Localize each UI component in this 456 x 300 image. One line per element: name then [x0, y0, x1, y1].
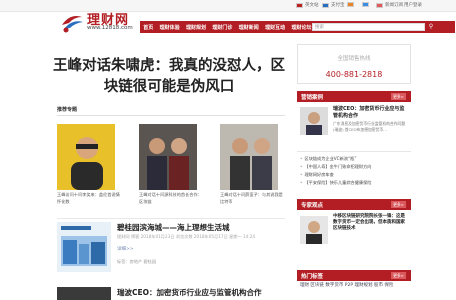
expert-item[interactable]: 中移区块链研究院院长张一锋：这是数字货币一定会出现，但本质和国家区块链技术 [297, 212, 411, 262]
article-more-link[interactable]: 详细>> [117, 246, 134, 252]
case-item[interactable]: 瑞波CEO：加密货币行业应与监管机构合作 广东消息及加密货币行业监管机构合作问题… [297, 104, 411, 149]
expert-section-header: 专家观点 更多> [297, 199, 411, 210]
search-icon[interactable]: ⚲ [426, 23, 436, 31]
main-nav: 首页 理财体验 理财规划 理财门诊 理财新闻 理财互动 理财论坛 搜索 ⚲ [140, 21, 455, 33]
page-title[interactable]: 王峰对话朱啸虎：我真的没怼人，区块链很可能是伪风口 [50, 56, 288, 98]
hotline-label: 全国销售热线 [337, 56, 371, 62]
list-item[interactable]: 碧桂园滨海城——海上理想生活城 理财网 博客 2018年01月23日 浏览次数 … [57, 222, 287, 277]
nav-home[interactable]: 首页 [140, 24, 156, 31]
featured-caption: 王峰对话十问源科技的首长合作：区块链 [139, 192, 202, 204]
rss-icon [376, 2, 383, 8]
case-section-title: 营销案例 [301, 95, 324, 101]
page: 英文站 支付宝 新闻订阅 用户登录 理财网 www.12818.com 首页 理… [0, 0, 456, 300]
pay-link[interactable]: 支付宝 [322, 2, 345, 8]
list-item[interactable]: 瑞波CEO：加密货币行业应与监管机构合作 [57, 287, 287, 300]
lang-link[interactable]: 英文站 [296, 2, 319, 8]
nav-experience[interactable]: 理财体验 [156, 24, 182, 31]
featured-card[interactable]: 王峰对话十问源科技的首长合作：区块链 [139, 124, 204, 205]
case-section-header: 营销案例 更多> [297, 91, 411, 102]
article-meta: 理财网 博客 2018年01月23日 浏览次数 2018年05月17日 星期一 … [117, 234, 256, 239]
list-item[interactable]: 【平安保险】快乐儿童综合健康保险 [300, 179, 410, 187]
search-input[interactable]: 搜索 [312, 23, 425, 31]
case-list: 区块链成为企业VC新流“瓶” 【中国人寿】金牛门致命招理财方向 理财网好房车查 … [300, 155, 410, 187]
list-item[interactable]: 理财网好房车查 [300, 171, 410, 179]
featured-caption: 王峰访问十问李笑来：盖伦首说情怀化数 [57, 192, 120, 204]
nav-forum[interactable]: 理财论坛 [288, 24, 314, 31]
more-button[interactable]: 更多> [391, 93, 406, 100]
nav-news[interactable]: 理财新闻 [236, 24, 262, 31]
section-divider [57, 218, 285, 219]
login-link[interactable]: 用户登录 [404, 2, 422, 8]
tags-section-title: 热门标签 [301, 274, 324, 280]
article-thumbnail [57, 287, 111, 300]
section-divider [57, 115, 285, 116]
article-title[interactable]: 碧桂园滨海城——海上理想生活城 [117, 222, 230, 233]
site-logo[interactable]: 理财网 www.12818.com [60, 9, 140, 35]
hot-tags[interactable]: 理财 区块链 数字货币 P2P 理财规划 股市 保险 [300, 282, 412, 289]
featured-photo [220, 124, 278, 190]
list-item[interactable]: 区块链成为企业VC新流“瓶” [300, 155, 410, 163]
expert-title[interactable]: 中移区块链研究院院长张一锋：这是数字货币一定会出现，但本质和国家区块链技术 [333, 214, 409, 232]
article-title[interactable]: 瑞波CEO：加密货币行业应与监管机构合作 [117, 287, 262, 298]
featured-section-title: 推荐专题 [57, 107, 78, 113]
featured-card[interactable]: 王峰访问十问李笑来：盖伦首说情怀化数 [57, 124, 122, 205]
hotline-number[interactable]: 400-881-2818 [298, 70, 410, 79]
qq-icon[interactable] [362, 2, 371, 7]
list-item[interactable]: 【中国人寿】金牛门致命招理财方向 [300, 163, 410, 171]
featured-card[interactable]: 王峰对话十问薛蛮子：与其说我是比特币 [220, 124, 285, 205]
nav-planning[interactable]: 理财规划 [183, 24, 209, 31]
expert-thumbnail [300, 216, 328, 244]
divider [297, 151, 411, 152]
flag-icon [296, 2, 303, 8]
wallet-icon [322, 2, 329, 8]
logo-url: www.12818.com [87, 25, 133, 31]
tags-section-header: 热门标签 更多> [297, 270, 411, 281]
nav-interaction[interactable]: 理财互动 [262, 24, 288, 31]
case-title[interactable]: 瑞波CEO：加密货币行业应与监管机构合作 [333, 106, 409, 120]
sales-hotline-box: 全国销售热线 400-881-2818 [297, 44, 411, 84]
featured-photo [139, 124, 197, 190]
more-button[interactable]: 更多> [391, 201, 406, 208]
expert-section-title: 专家观点 [301, 203, 324, 209]
featured-caption: 王峰对话十问薛蛮子：与其说我是比特币 [220, 192, 283, 204]
news-subscribe-link[interactable]: 新闻订阅 [376, 2, 403, 8]
case-thumbnail [300, 107, 328, 135]
article-tags: 标签：房地产 碧桂园 [117, 259, 157, 264]
article-thumbnail [57, 222, 111, 272]
more-button[interactable]: 更多> [391, 272, 406, 279]
case-desc: 广东消息及加密货币行业监管机构合作问题 (瑞波) 首CEO布加德加密货币… [333, 121, 406, 132]
featured-photo [57, 124, 115, 190]
nav-clinic[interactable]: 理财门诊 [209, 24, 235, 31]
logo-mark-icon [62, 16, 83, 33]
weibo-icon[interactable] [347, 2, 356, 7]
